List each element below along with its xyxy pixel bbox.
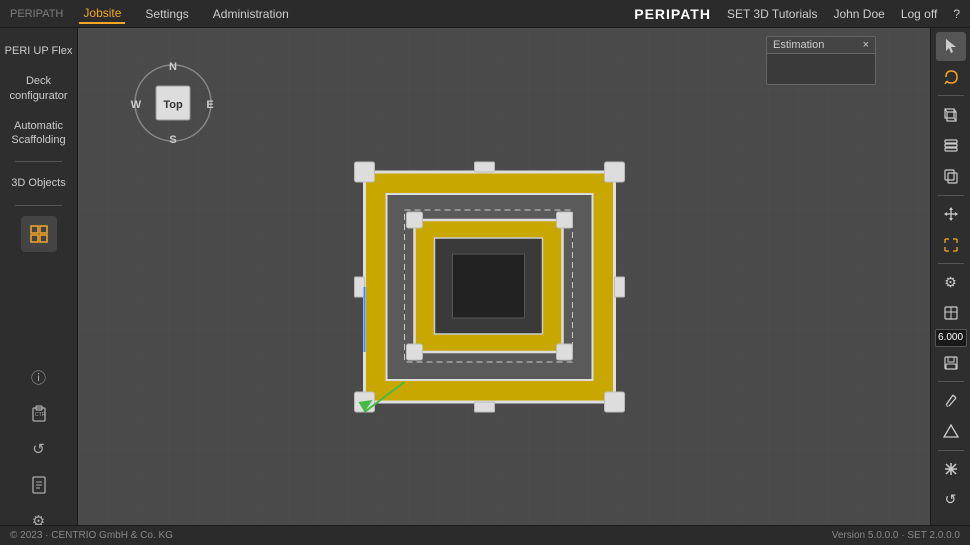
scale-icon [943, 237, 959, 253]
svg-text:S: S [169, 134, 176, 146]
move-icon [943, 206, 959, 222]
compass-center-label: Top [163, 99, 183, 111]
shape-btn[interactable] [936, 417, 966, 446]
history-icon-btn[interactable]: ↺ [23, 433, 55, 465]
undo-btn[interactable]: ↺ [936, 485, 966, 514]
topbar-right: PERIPATH SET 3D Tutorials John Doe Log o… [634, 6, 960, 22]
toolbar-divider-4 [938, 381, 964, 382]
brand-label: PERIPATH [10, 8, 63, 20]
lasso-tool-btn[interactable] [936, 63, 966, 92]
document-icon [31, 476, 47, 494]
toolbar-divider-1 [938, 95, 964, 96]
cursor-icon [944, 38, 958, 54]
compass: Top N S E W [128, 58, 218, 148]
sidebar-grid-button[interactable] [21, 216, 57, 252]
logout-link[interactable]: Log off [901, 7, 937, 21]
main-layout: PERI UP Flex Deck configurator Automatic… [0, 28, 970, 545]
version-text: Version 5.0.0.0 · SET 2.0.0.0 [832, 530, 960, 541]
topbar: PERIPATH Jobsite Settings Administration… [0, 0, 970, 28]
copyright-text: © 2023 · CENTRIO GmbH & Co. KG [10, 530, 173, 541]
copy-icon [943, 168, 959, 184]
info-icon-btn[interactable]: ⓘ [23, 361, 55, 393]
transform-icon [943, 461, 959, 477]
scale-btn[interactable] [936, 230, 966, 259]
sidebar-item-scaffold[interactable]: Automatic Scaffolding [0, 111, 77, 156]
nav-jobsite[interactable]: Jobsite [79, 4, 125, 24]
layers-btn[interactable] [936, 131, 966, 160]
save-btn[interactable] [936, 349, 966, 378]
sidebar-bottom: ⓘ CTR ↺ ⚙ [0, 361, 77, 545]
draw-btn[interactable] [936, 386, 966, 415]
svg-text:E: E [206, 99, 213, 111]
3dbox-icon [943, 107, 959, 123]
estimation-content [767, 54, 875, 84]
nav-settings[interactable]: Settings [141, 5, 192, 23]
left-sidebar: PERI UP Flex Deck configurator Automatic… [0, 28, 78, 545]
estimation-header: Estimation × [767, 37, 875, 54]
svg-text:CTR: CTR [35, 412, 46, 418]
pencil-icon [944, 393, 958, 409]
layers-icon [943, 137, 959, 153]
lasso-icon [943, 69, 959, 85]
brand-title: PERIPATH [634, 6, 711, 22]
shape-icon [943, 424, 959, 438]
document-icon-btn[interactable] [23, 469, 55, 501]
svg-text:W: W [131, 99, 142, 111]
sidebar-item-periupflex[interactable]: PERI UP Flex [0, 36, 77, 66]
sidebar-item-3dobjects[interactable]: 3D Objects [0, 168, 77, 198]
value-display[interactable]: 6.000 [935, 329, 967, 346]
select-tool-btn[interactable] [936, 32, 966, 61]
clipboard-icon-btn[interactable]: CTR [23, 397, 55, 429]
user-label: John Doe [833, 7, 884, 21]
grid-icon [29, 224, 49, 244]
sidebar-divider-2 [15, 205, 61, 206]
svg-text:N: N [169, 61, 177, 73]
sidebar-item-deck[interactable]: Deck configurator [0, 66, 77, 111]
estimation-title: Estimation [773, 39, 824, 51]
table-btn[interactable] [936, 299, 966, 328]
tutorials-link[interactable]: SET 3D Tutorials [727, 7, 817, 21]
help-link[interactable]: ? [953, 7, 960, 21]
toolbar-divider-2 [938, 195, 964, 196]
save-icon [943, 355, 959, 371]
estimation-close-btn[interactable]: × [863, 39, 869, 51]
move-btn[interactable] [936, 200, 966, 229]
sidebar-divider-1 [15, 161, 61, 162]
bottombar: © 2023 · CENTRIO GmbH & Co. KG Version 5… [0, 525, 970, 545]
toolbar-divider-3 [938, 263, 964, 264]
clipboard-icon: CTR [30, 404, 48, 422]
transform-btn[interactable] [936, 455, 966, 484]
topbar-nav: PERIPATH Jobsite Settings Administration [10, 4, 293, 24]
view-settings-btn[interactable]: ⚙ [936, 268, 966, 297]
right-toolbar: ⚙ 6.000 [930, 28, 970, 545]
scaffold-drawing [345, 152, 635, 422]
copy-btn[interactable] [936, 162, 966, 191]
estimation-box: Estimation × [766, 36, 876, 85]
table-icon [943, 305, 959, 321]
3d-view-btn[interactable] [936, 100, 966, 129]
toolbar-divider-5 [938, 450, 964, 451]
canvas-area[interactable]: Top N S E W Estimation × [78, 28, 930, 545]
nav-administration[interactable]: Administration [209, 5, 293, 23]
